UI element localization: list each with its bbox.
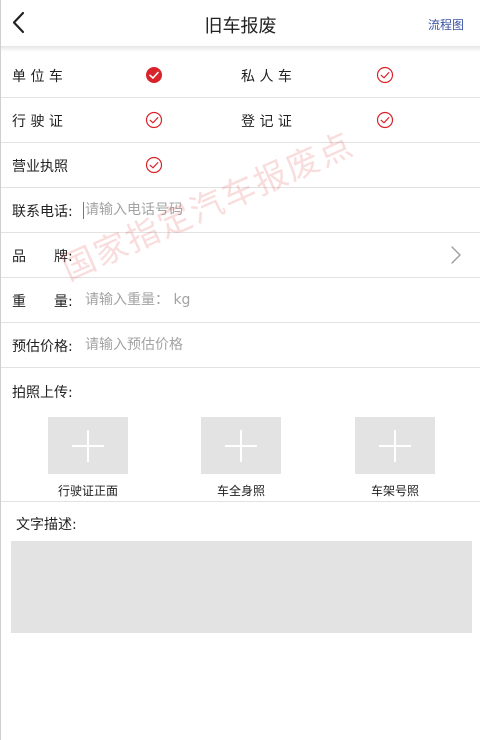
chevron-right-icon [451, 246, 461, 264]
brand-row[interactable]: 品 牌: [1, 233, 480, 278]
flow-chart-link[interactable]: 流程图 [428, 16, 464, 33]
upload-slot[interactable] [48, 417, 128, 474]
brand-label: 品 牌: [12, 249, 73, 265]
weight-label: 重 量: [12, 294, 73, 310]
price-input[interactable] [85, 333, 425, 357]
owner-type-row: 单 位 车 私 人 车 [1, 53, 480, 98]
weight-input[interactable] [85, 288, 425, 312]
phone-row: 联系电话: [1, 188, 480, 233]
plus-icon [379, 430, 411, 462]
app-header: 旧车报废 流程图 [1, 0, 480, 46]
private-car-label: 私 人 车 [241, 69, 292, 85]
business-license-label: 营业执照 [12, 159, 68, 175]
registration-check-icon[interactable] [376, 111, 394, 129]
upload-caption: 车全身照 [216, 484, 265, 498]
upload-slot[interactable] [201, 417, 281, 474]
header-divider [1, 46, 480, 52]
driving-license-check-icon[interactable] [145, 111, 163, 129]
plus-icon [72, 430, 104, 462]
description-label: 文字描述: [16, 517, 77, 533]
plus-icon [225, 430, 257, 462]
documents-row: 行 驶 证 登 记 证 [1, 98, 480, 143]
price-label: 预估价格: [12, 339, 73, 355]
upload-caption: 车架号照 [370, 484, 419, 498]
company-car-label: 单 位 车 [12, 69, 63, 85]
upload-caption: 行驶证正面 [57, 484, 118, 498]
business-license-row: 营业执照 [1, 143, 480, 188]
description-textarea[interactable] [11, 541, 472, 633]
upload-full-car[interactable]: 车全身照 [201, 417, 281, 499]
phone-label: 联系电话: [12, 204, 73, 220]
driving-license-label: 行 驶 证 [12, 114, 63, 130]
upload-slot[interactable] [355, 417, 435, 474]
photo-upload-label: 拍照上传: [12, 385, 73, 401]
business-license-check-icon[interactable] [145, 156, 163, 174]
company-car-check-icon[interactable] [145, 66, 163, 84]
price-row: 预估价格: [1, 323, 480, 368]
text-caret [83, 202, 84, 219]
upload-vin-photo[interactable]: 车架号照 [355, 417, 435, 499]
private-car-check-icon[interactable] [376, 66, 394, 84]
page-title: 旧车报废 [204, 16, 277, 37]
registration-label: 登 记 证 [241, 114, 292, 130]
upload-driving-license-front[interactable]: 行驶证正面 [48, 417, 128, 499]
section-divider [1, 501, 480, 502]
phone-input[interactable] [85, 198, 425, 222]
weight-row: 重 量: [1, 278, 480, 323]
